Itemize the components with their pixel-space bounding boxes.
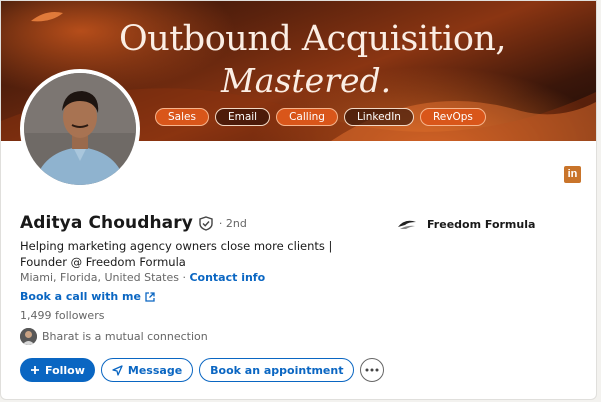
contact-info-link[interactable]: Contact info xyxy=(189,271,265,284)
chip-linkedin: LinkedIn xyxy=(343,108,414,126)
external-link-icon xyxy=(145,291,155,302)
banner-chips: Sales Email Calling LinkedIn RevOps xyxy=(155,108,486,126)
connection-degree: · 2nd xyxy=(218,216,247,230)
mutual-connection[interactable]: Bharat is a mutual connection xyxy=(20,328,208,345)
chip-sales: Sales xyxy=(155,108,209,126)
book-call-label: Book a call with me xyxy=(20,290,141,303)
mutual-connection-text: Bharat is a mutual connection xyxy=(42,330,208,343)
profile-location: Miami, Florida, United States xyxy=(20,271,179,284)
follow-button[interactable]: Follow xyxy=(20,358,95,382)
profile-name: Aditya Choudhary xyxy=(20,213,193,233)
profile-actions: Follow Message Book an appointment xyxy=(20,358,385,382)
book-appointment-button[interactable]: Book an appointment xyxy=(199,358,355,382)
avatar-photo xyxy=(24,73,136,185)
mutual-avatar xyxy=(20,328,37,345)
company-logo-icon xyxy=(398,220,416,229)
location-separator: · xyxy=(178,271,190,284)
location-row: Miami, Florida, United States · Contact … xyxy=(20,271,265,284)
follow-button-label: Follow xyxy=(45,363,85,377)
company-name: Freedom Formula xyxy=(427,217,536,231)
book-appointment-label: Book an appointment xyxy=(210,363,344,377)
more-dots-icon xyxy=(365,368,379,372)
chip-calling: Calling xyxy=(276,108,338,126)
send-icon xyxy=(112,364,123,376)
chip-revops: RevOps xyxy=(419,108,486,126)
current-company[interactable]: Freedom Formula xyxy=(397,216,535,232)
message-button[interactable]: Message xyxy=(100,358,194,382)
followers-count[interactable]: 1,499 followers xyxy=(20,309,104,322)
profile-card: Outbound Acquisition, Mastered. Sales Em… xyxy=(0,0,597,400)
chip-email: Email xyxy=(214,108,271,126)
more-options-button[interactable] xyxy=(360,358,385,382)
linkedin-icon[interactable]: in xyxy=(564,166,581,183)
book-call-link[interactable]: Book a call with me xyxy=(20,290,155,303)
banner-headline-line2: Mastered. xyxy=(221,61,392,100)
profile-avatar[interactable] xyxy=(20,69,140,189)
name-row: Aditya Choudhary · 2nd xyxy=(20,213,247,233)
profile-headline: Helping marketing agency owners close mo… xyxy=(20,239,333,269)
banner-headline-line1: Outbound Acquisition, xyxy=(119,19,507,59)
plus-icon xyxy=(31,366,39,374)
verified-shield-icon[interactable] xyxy=(199,215,213,231)
message-button-label: Message xyxy=(127,363,183,377)
